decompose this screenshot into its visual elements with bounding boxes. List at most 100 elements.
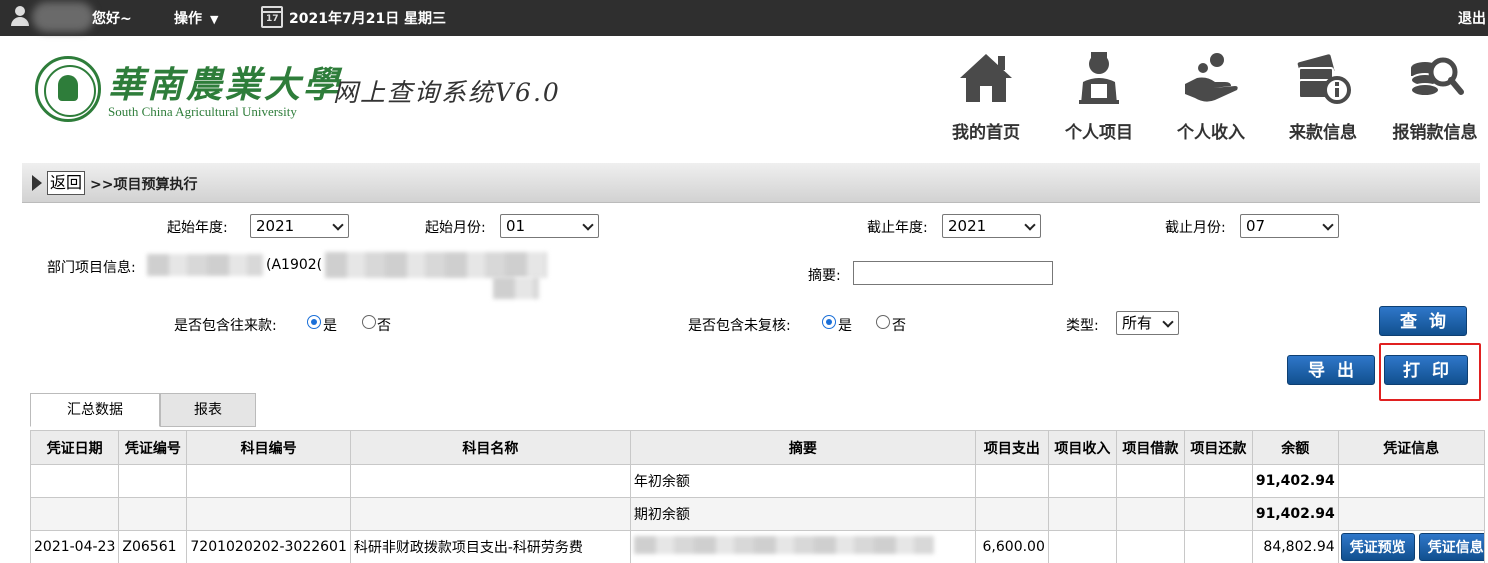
include-transfers-no-radio[interactable] [362, 315, 376, 329]
cell-subject-code: 7201020202-3022601 [186, 530, 351, 563]
back-button[interactable]: 返回 [47, 171, 86, 195]
cell-subject-code [186, 497, 351, 531]
export-button[interactable]: 导出 [1287, 355, 1375, 385]
logout-link[interactable]: 退出 [1458, 8, 1488, 28]
cell-summary: 年初余额 [629, 464, 976, 498]
end-month-label: 截止月份: [1165, 220, 1226, 236]
cell-loan [1115, 497, 1185, 531]
masked-project-code [325, 252, 547, 278]
include-unreviewed-label: 是否包含未复核: [688, 318, 791, 334]
include-unreviewed-yes-radio[interactable] [822, 315, 836, 329]
include-transfers-yes-radio[interactable] [307, 315, 321, 329]
chevron-down-icon [332, 219, 344, 231]
cell-voucher [118, 497, 188, 531]
start-year-select[interactable]: 2021 [250, 214, 349, 238]
include-transfers-yes-label: 是 [323, 318, 337, 334]
tab-report[interactable]: 报表 [160, 393, 256, 427]
include-unreviewed-no-label: 否 [892, 318, 906, 334]
include-unreviewed-yes-label: 是 [838, 318, 852, 334]
nav-personal-projects[interactable]: 个人项目 [1049, 48, 1149, 144]
nav-home[interactable]: 我的首页 [936, 48, 1036, 144]
dept-project-label: 部门项目信息: [47, 260, 136, 276]
end-month-value: 07 [1246, 217, 1266, 235]
start-month-select[interactable]: 01 [500, 214, 599, 238]
cell-subject-code [186, 464, 351, 498]
cell-subject-name [349, 464, 631, 498]
end-month-select[interactable]: 07 [1240, 214, 1339, 238]
col-header-subject-code: 科目编号 [186, 430, 351, 465]
person-icon [1079, 52, 1119, 104]
money-info-icon [1297, 54, 1351, 104]
include-transfers-label: 是否包含往来款: [174, 318, 277, 334]
cell-loan [1115, 464, 1185, 498]
cell-expense: 6,600.00 [974, 530, 1049, 563]
start-year-value: 2021 [256, 217, 295, 235]
breadcrumb-path: >>项目预算执行 [90, 177, 198, 193]
chevron-down-icon [1322, 219, 1334, 231]
col-header-income: 项目收入 [1047, 430, 1117, 465]
voucher-preview-button[interactable]: 凭证预览 [1340, 533, 1415, 561]
system-title: 网上查询系统V6.0 [333, 78, 561, 107]
cell-repay [1183, 464, 1253, 498]
current-date: 2021年7月21日 星期三 [289, 11, 447, 27]
chevron-down-icon [1024, 219, 1036, 231]
dept-project-code: (A1902( [266, 257, 323, 273]
chevron-down-icon [1162, 316, 1174, 328]
ledger-table: 凭证日期 凭证编号 科目编号 科目名称 摘要 项目支出 项目收入 项目借款 项目… [29, 430, 1485, 563]
house-icon [960, 54, 1012, 102]
cell-repay [1183, 530, 1253, 563]
type-select[interactable]: 所有 [1116, 311, 1179, 335]
operations-label: 操作 [174, 11, 202, 27]
include-transfers-no-label: 否 [377, 318, 391, 334]
nav-personal-projects-label: 个人项目 [1065, 123, 1133, 143]
summary-input[interactable] [853, 261, 1053, 285]
user-icon [10, 6, 30, 28]
col-header-expense: 项目支出 [974, 430, 1049, 465]
cell-date [29, 497, 120, 531]
start-month-label: 起始月份: [425, 220, 486, 236]
nav-personal-income-label: 个人收入 [1177, 123, 1245, 143]
query-button[interactable]: 查询 [1379, 306, 1467, 336]
include-unreviewed-no-radio[interactable] [876, 315, 890, 329]
col-header-date: 凭证日期 [29, 430, 120, 465]
nav-home-label: 我的首页 [952, 123, 1020, 143]
cell-voucher-info [1337, 497, 1485, 531]
cell-repay [1183, 497, 1253, 531]
col-header-repay: 项目还款 [1183, 430, 1253, 465]
breadcrumb: 返回 >>项目预算执行 [22, 163, 1480, 203]
calendar-day: 17 [266, 14, 279, 24]
operations-menu[interactable]: 操作 ▼ [174, 8, 218, 28]
col-header-summary: 摘要 [629, 430, 976, 465]
nav-incoming-funds-label: 来款信息 [1289, 123, 1357, 143]
cell-voucher-info: 凭证预览 凭证信息 [1337, 530, 1485, 563]
hand-coin-icon [1185, 53, 1238, 102]
top-bar: 您好~ 操作 ▼ 17 2021年7月21日 星期三 退出 [0, 0, 1488, 36]
col-header-balance: 余额 [1251, 430, 1339, 465]
end-year-label: 截止年度: [867, 220, 928, 236]
tab-summary-data[interactable]: 汇总数据 [30, 393, 160, 427]
cell-voucher-info [1337, 464, 1485, 498]
table-row: 年初余额 91,402.94 [29, 464, 1485, 498]
cell-subject-name: 科研非财政拨款项目支出-科研劳务费 [349, 530, 631, 563]
play-triangle-icon [32, 175, 42, 191]
nav-reimbursement-info[interactable]: 报销款信息 [1385, 48, 1485, 144]
table-row: 期初余额 91,402.94 [29, 497, 1485, 531]
table-row: 2021-04-23 Z06561 7201020202-3022601 科研非… [29, 530, 1485, 563]
print-highlight-box [1379, 343, 1481, 401]
masked-project-extra [493, 277, 539, 299]
col-header-voucher: 凭证编号 [118, 430, 188, 465]
cell-voucher [118, 464, 188, 498]
coins-search-icon [1410, 57, 1464, 97]
cell-date: 2021-04-23 [29, 530, 120, 563]
col-header-loan: 项目借款 [1115, 430, 1185, 465]
cell-subject-name [349, 497, 631, 531]
type-value: 所有 [1122, 314, 1153, 332]
end-year-select[interactable]: 2021 [942, 214, 1041, 238]
chevron-down-icon: ▼ [210, 13, 219, 26]
voucher-info-button[interactable]: 凭证信息 [1418, 533, 1484, 561]
nav-incoming-funds[interactable]: 来款信息 [1273, 48, 1373, 144]
cell-income [1047, 497, 1117, 531]
cell-summary: 期初余额 [629, 497, 976, 531]
nav-personal-income[interactable]: 个人收入 [1161, 48, 1261, 144]
masked-project-name [147, 254, 263, 276]
